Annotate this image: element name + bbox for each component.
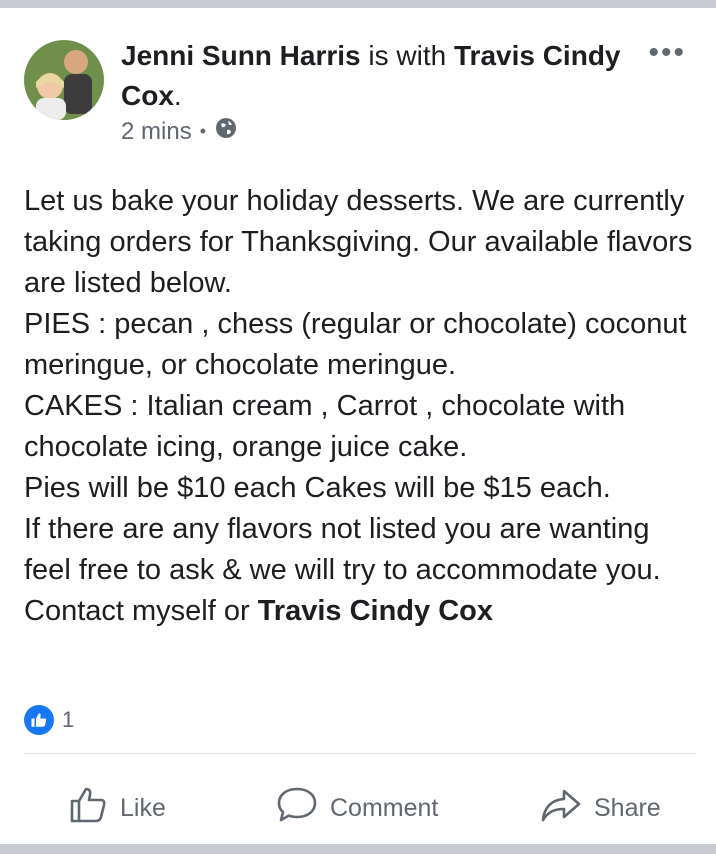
comment-label: Comment bbox=[330, 793, 439, 822]
globe-icon bbox=[214, 116, 238, 147]
post-card: Jenni Sunn Harris is with Travis Cindy C… bbox=[0, 8, 716, 844]
author-name[interactable]: Jenni Sunn Harris bbox=[121, 40, 361, 71]
timestamp[interactable]: 2 mins bbox=[121, 118, 192, 146]
like-button[interactable]: Like bbox=[68, 778, 166, 838]
post-meta: 2 mins • bbox=[121, 116, 238, 147]
post-header: Jenni Sunn Harris is with Travis Cindy C… bbox=[121, 36, 621, 116]
post-body-tag[interactable]: Travis Cindy Cox bbox=[258, 595, 493, 627]
share-button[interactable]: Share bbox=[540, 778, 661, 838]
share-arrow-icon bbox=[540, 785, 582, 832]
divider bbox=[24, 753, 696, 754]
thumbs-up-icon bbox=[68, 785, 108, 832]
reactions-summary[interactable]: 1 bbox=[24, 705, 74, 735]
post-body: Let us bake your holiday desserts. We ar… bbox=[24, 181, 694, 632]
avatar[interactable] bbox=[24, 40, 104, 120]
with-text: is with bbox=[360, 40, 454, 71]
like-reaction-icon bbox=[24, 705, 54, 735]
share-label: Share bbox=[594, 793, 661, 822]
separator-dot: • bbox=[199, 121, 206, 141]
header-period: . bbox=[173, 80, 182, 111]
comment-icon bbox=[276, 785, 318, 832]
comment-button[interactable]: Comment bbox=[276, 778, 438, 838]
post-body-text: Let us bake your holiday desserts. We ar… bbox=[24, 185, 693, 627]
more-options-icon[interactable]: ••• bbox=[648, 36, 686, 70]
action-bar: Like Comment Share bbox=[0, 778, 716, 838]
like-label: Like bbox=[120, 793, 166, 822]
reaction-count: 1 bbox=[62, 707, 75, 732]
